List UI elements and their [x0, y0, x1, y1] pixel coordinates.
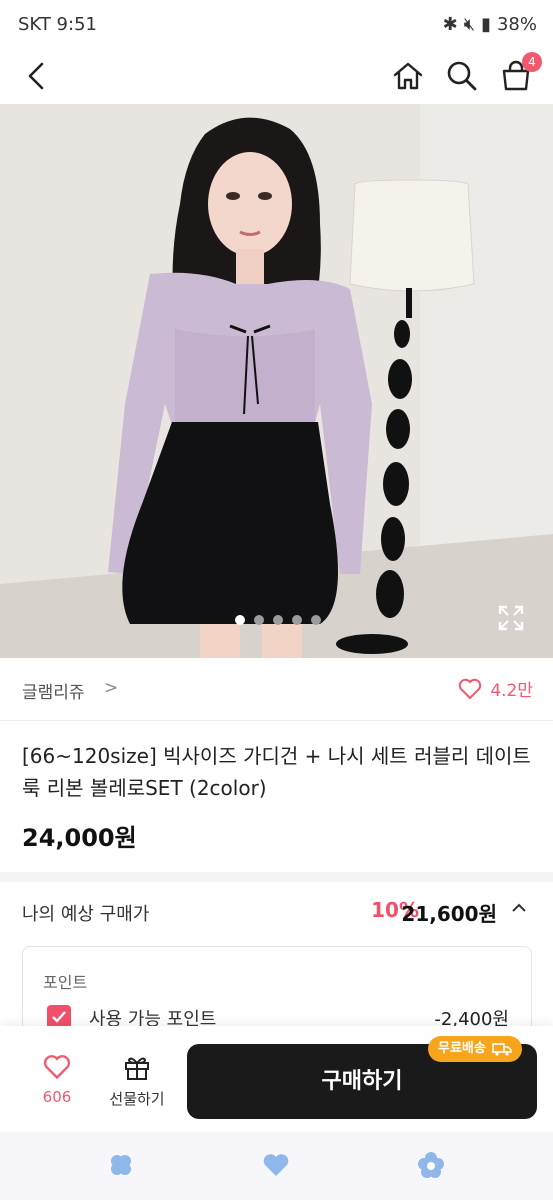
flower-nav-icon[interactable]	[416, 1150, 446, 1180]
expected-price-amount: 21,600원	[401, 902, 497, 926]
truck-icon	[492, 1043, 512, 1056]
heart-nav-icon[interactable]	[261, 1150, 291, 1180]
back-arrow-icon[interactable]	[20, 58, 56, 94]
image-pagination	[235, 615, 321, 625]
checkmark-icon	[52, 1011, 66, 1023]
like-count: 606	[42, 1088, 72, 1106]
top-navigation	[0, 50, 553, 104]
expected-price-row[interactable]: 나의 예상 구매가 10% 21,600원	[0, 882, 553, 942]
chevron-up-icon[interactable]	[509, 898, 529, 918]
product-image[interactable]	[0, 104, 553, 658]
pagination-dot[interactable]	[311, 615, 321, 625]
store-like-button[interactable]: 4.2만	[458, 676, 533, 701]
system-navigation-bar	[0, 1132, 553, 1200]
heart-outline-icon	[459, 678, 482, 699]
gift-label: 선물하기	[109, 1090, 165, 1108]
seller-row[interactable]: 글램리쥬 > 4.2만	[0, 658, 553, 721]
heart-outline-icon	[43, 1055, 71, 1080]
mute-icon: 🔇︎	[463, 14, 476, 35]
cart-count-badge: 4	[522, 52, 542, 72]
product-title: [66~120size] 빅사이즈 가디건 + 나시 세트 러블리 데이트룩 리…	[22, 744, 531, 800]
clover-nav-icon[interactable]	[106, 1150, 136, 1180]
pagination-dot[interactable]	[273, 615, 283, 625]
signal-icon: ▮	[481, 14, 491, 35]
chevron-right-icon: >	[104, 678, 119, 698]
pagination-dot[interactable]	[235, 615, 245, 625]
home-icon[interactable]	[390, 58, 426, 94]
product-price: 24,000원	[22, 824, 137, 852]
seller-name[interactable]: 글램리쥬	[22, 678, 85, 703]
free-shipping-label: 무료배송	[438, 1041, 486, 1056]
battery-level: 38%	[496, 14, 537, 35]
status-carrier-time: SKT 9:51	[18, 14, 97, 35]
bluetooth-icon: ✱	[442, 14, 458, 35]
section-divider	[0, 872, 553, 882]
product-photo	[0, 104, 553, 658]
like-button[interactable]: 606	[34, 1054, 80, 1106]
gift-icon	[125, 1057, 149, 1080]
fullscreen-icon[interactable]	[498, 605, 524, 631]
points-section-label: 포인트	[43, 973, 88, 992]
pagination-dot[interactable]	[292, 615, 302, 625]
gift-button[interactable]: 선물하기	[104, 1054, 170, 1109]
store-like-count: 4.2만	[490, 681, 533, 701]
status-icons: ✱ 🔇︎ ▮ 38%	[443, 14, 537, 35]
status-bar: SKT 9:51 ✱ 🔇︎ ▮ 38%	[0, 0, 553, 50]
search-icon[interactable]	[444, 58, 480, 94]
expected-price-label: 나의 예상 구매가	[22, 904, 150, 925]
pagination-dot[interactable]	[254, 615, 264, 625]
free-shipping-badge: 무료배송	[428, 1036, 522, 1062]
